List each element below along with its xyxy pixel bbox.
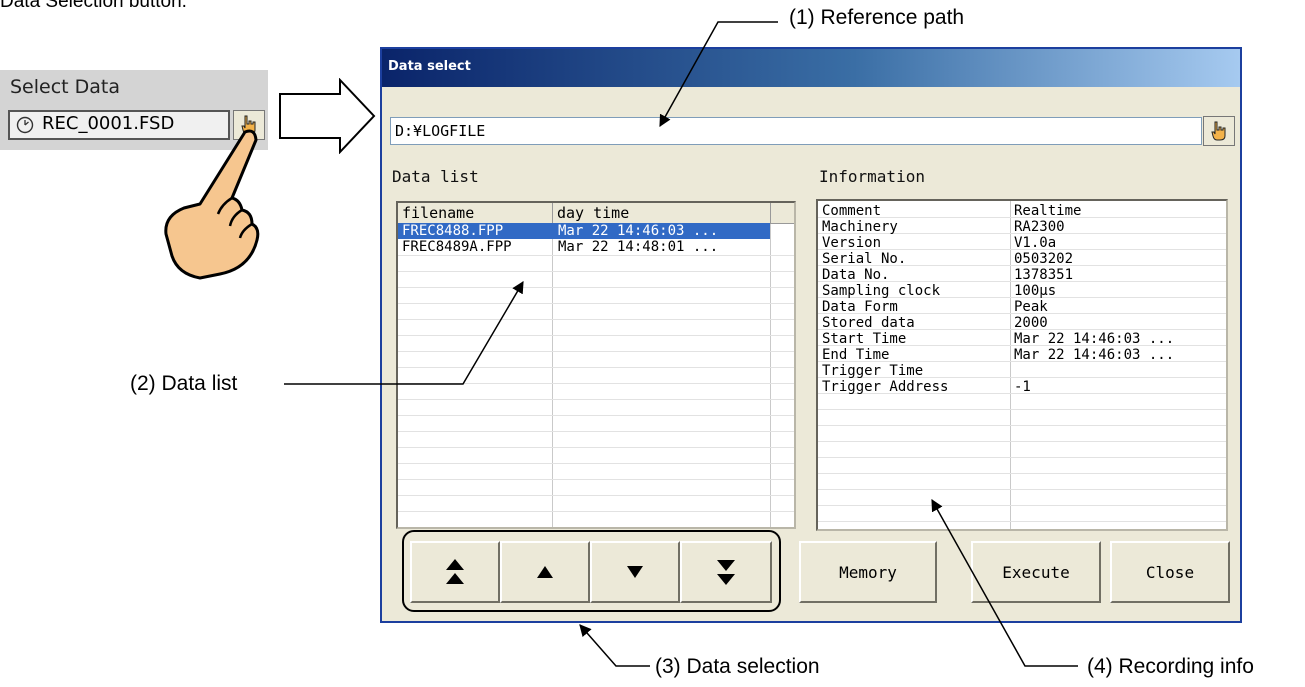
callout-lines — [284, 21, 1078, 667]
callout-reference-path: (1) Reference path — [789, 6, 965, 29]
callout-data-selection: (3) Data selection — [655, 655, 820, 678]
callout-recording-info: (4) Recording info — [1087, 655, 1254, 678]
callout-data-list: (2) Data list — [130, 372, 238, 395]
